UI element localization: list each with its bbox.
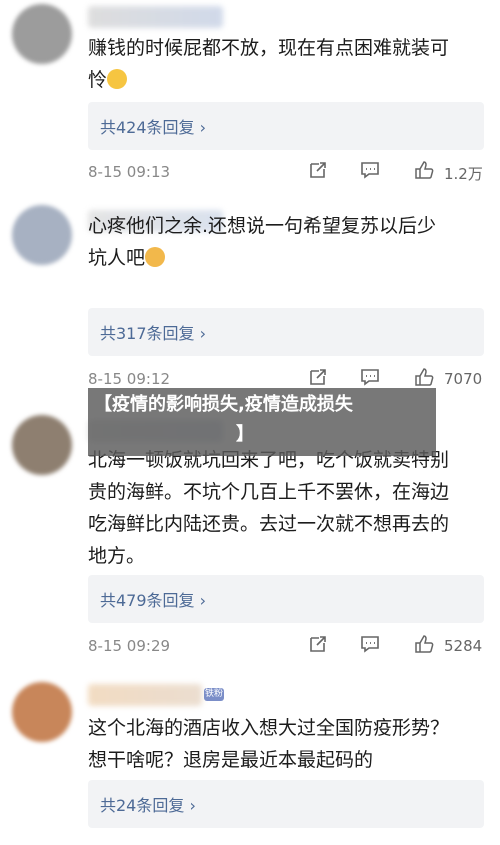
username-blurred[interactable] — [88, 6, 223, 28]
reply-count-label: 共24条回复 › — [100, 796, 196, 815]
overlay-title: 【疫情的影响损失,疫情造成损失 — [94, 394, 353, 415]
avatar[interactable] — [12, 205, 72, 265]
reply-count-label: 共424条回复 › — [100, 118, 207, 137]
username-blurred[interactable] — [88, 684, 202, 706]
comment-text-line: 心疼他们之余.还想说一句希望复苏以后少 — [88, 215, 437, 237]
comment-icon[interactable] — [360, 367, 380, 387]
thumbs-up-icon[interactable] — [414, 160, 434, 180]
avatar[interactable] — [12, 4, 72, 64]
reply-count-button[interactable]: 共424条回复 › — [88, 102, 484, 150]
share-icon[interactable] — [308, 367, 328, 387]
comment-text-line: 地方。 — [88, 545, 146, 567]
share-icon[interactable] — [308, 634, 328, 654]
overlay-title-end: 】 — [236, 424, 254, 445]
comment-meta: 8-15 09:13 1.2万 — [88, 160, 488, 184]
comment-icon[interactable] — [360, 160, 380, 180]
comment-icon[interactable] — [360, 634, 380, 654]
like-count: 1.2万 — [444, 165, 483, 183]
comment-meta: 8-15 09:29 5284 — [88, 634, 488, 658]
comment-time: 8-15 09:29 — [88, 637, 171, 655]
comment-time: 8-15 09:13 — [88, 163, 171, 181]
thumbs-up-icon[interactable] — [414, 367, 434, 387]
like-count: 5284 — [444, 637, 483, 655]
avatar[interactable] — [12, 682, 72, 742]
share-icon[interactable] — [308, 160, 328, 180]
reply-count-button[interactable]: 共24条回复 › — [88, 780, 484, 828]
comment-text: 赚钱的时候屁都不放，现在有点困难就装可 怜 — [88, 32, 488, 96]
fan-badge: 铁粉 — [204, 688, 224, 701]
like-count: 7070 — [444, 370, 483, 388]
reply-count-button[interactable]: 共479条回复 › — [88, 575, 484, 623]
cat-face-emoji-icon — [145, 247, 166, 267]
comment-text-line: 这个北海的酒店收入想大过全国防疫形势？ — [88, 717, 450, 739]
comment-text-line: 怜 — [88, 69, 108, 91]
comment-text-line: 吃海鲜比内陆还贵。去过一次就不想再去的 — [88, 513, 450, 535]
comment-text: 心疼他们之余.还想说一句希望复苏以后少 坑人吧 — [88, 210, 488, 274]
reply-count-button[interactable]: 共317条回复 › — [88, 308, 484, 356]
comment-text-line: 赚钱的时候屁都不放，现在有点困难就装可 — [88, 37, 450, 59]
avatar[interactable] — [12, 415, 72, 475]
reply-count-label: 共317条回复 › — [100, 324, 207, 343]
comment-text: 北海一顿饭就坑回来了吧，吃个饭就卖特别 贵的海鲜。不坑个几百上千不罢休，在海边 … — [88, 444, 488, 572]
comment-text: 这个北海的酒店收入想大过全国防疫形势？ 想干啥呢？退房是最近本最起码的 — [88, 712, 488, 776]
comment-time: 8-15 09:12 — [88, 370, 171, 388]
comment-text-line: 想干啥呢？退房是最近本最起码的 — [88, 749, 374, 771]
thumbs-up-icon[interactable] — [414, 634, 434, 654]
crying-face-emoji-icon — [107, 69, 128, 89]
reply-count-label: 共479条回复 › — [100, 591, 207, 610]
comment-text-line: 坑人吧 — [88, 247, 146, 269]
comment-text-line: 贵的海鲜。不坑个几百上千不罢休，在海边 — [88, 481, 450, 503]
